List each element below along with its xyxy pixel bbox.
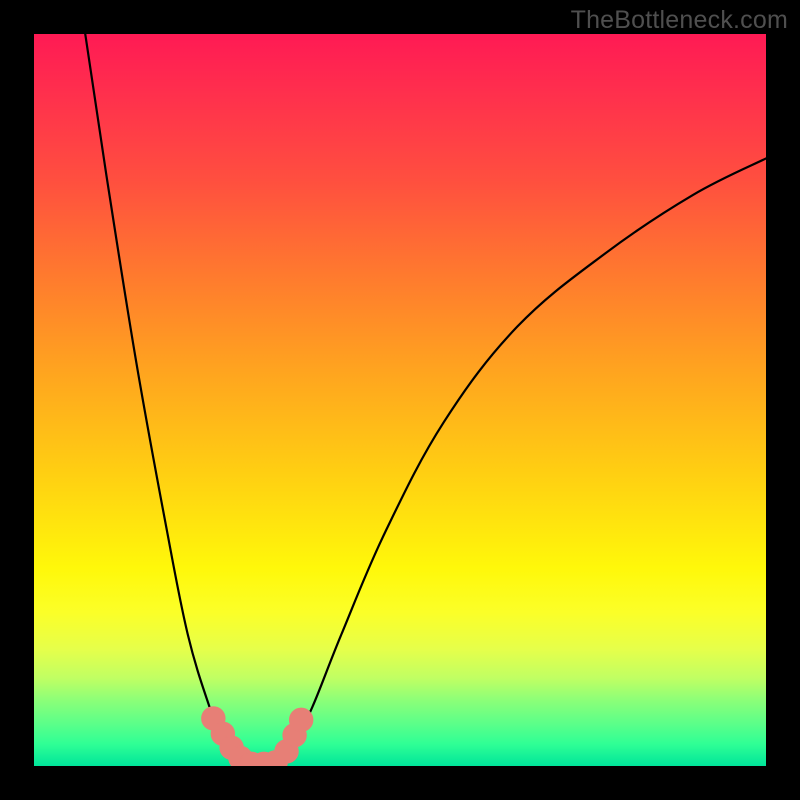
curve-segment [85,34,250,766]
curve-paths [85,34,766,766]
watermark-text: TheBottleneck.com [571,6,788,35]
curve-segment [276,158,766,766]
bottleneck-curve [34,34,766,766]
plot-area [34,34,766,766]
chart-frame: TheBottleneck.com [0,0,800,800]
data-marker [289,708,312,731]
curve-markers [202,707,313,766]
